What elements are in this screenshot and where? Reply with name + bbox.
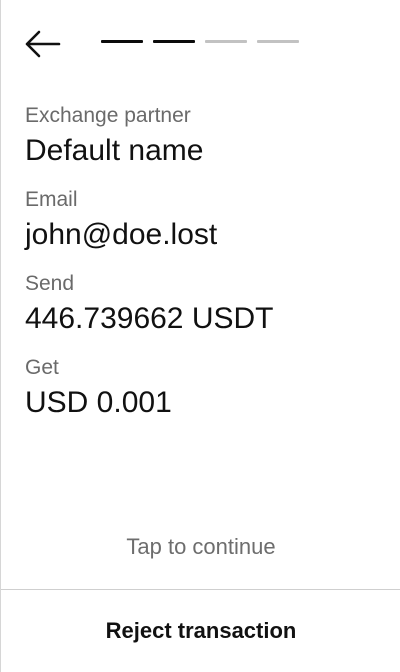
tap-to-continue[interactable]: Tap to continue <box>1 531 400 563</box>
get-label: Get <box>25 356 59 379</box>
transaction-details: Exchange partner Default name Email john… <box>25 102 376 438</box>
progress-step-4 <box>257 40 299 43</box>
partner-label: Exchange partner <box>25 104 191 127</box>
progress-step-3 <box>205 40 247 43</box>
email-label: Email <box>25 188 78 211</box>
partner-value: Default name <box>25 134 204 167</box>
progress-step-1 <box>101 40 143 43</box>
arrow-left-icon <box>25 30 61 58</box>
reject-transaction-button[interactable]: Reject transaction <box>1 590 400 672</box>
send-label: Send <box>25 272 75 295</box>
get-value: USD 0.001 <box>25 386 172 419</box>
transaction-review-screen: Exchange partner Default name Email john… <box>0 0 400 672</box>
progress-step-2 <box>153 40 195 43</box>
back-button[interactable] <box>23 28 61 60</box>
step-progress-indicator <box>101 40 299 43</box>
email-value: john@doe.lost <box>25 218 218 251</box>
send-value: 446.739662 USDT <box>25 302 274 335</box>
